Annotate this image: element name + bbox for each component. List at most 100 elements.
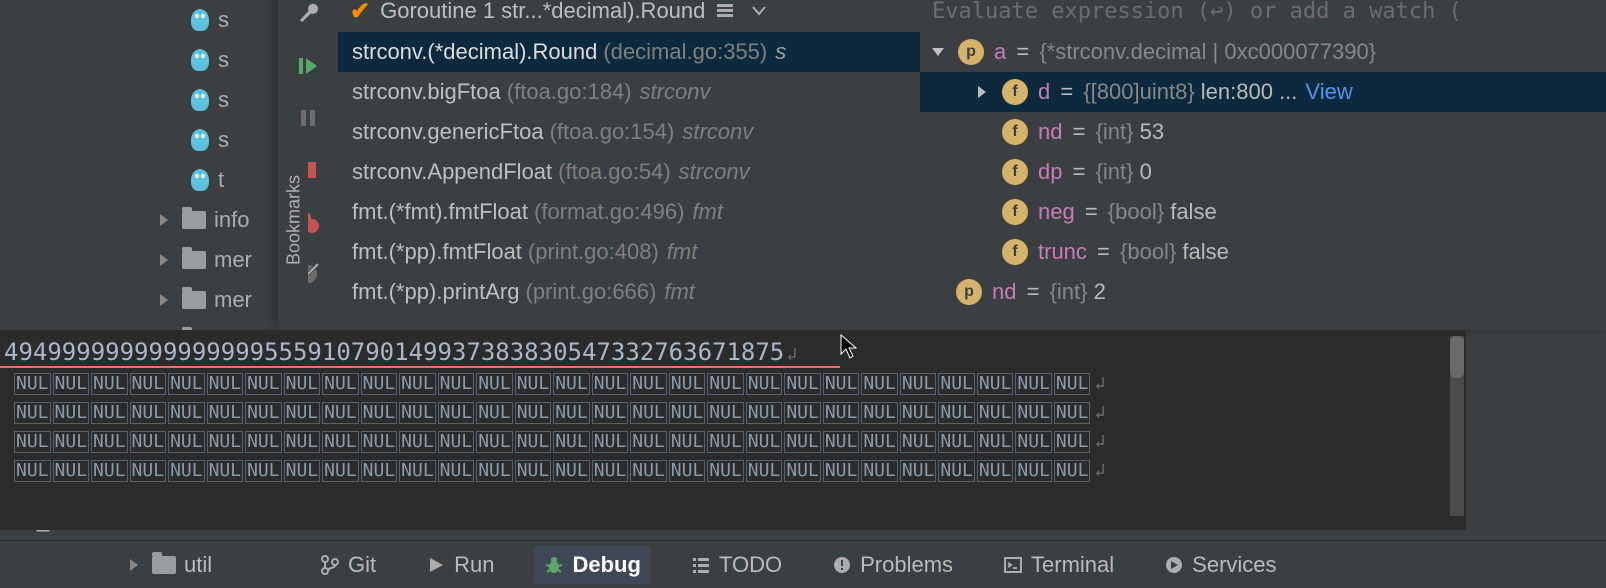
variable-row[interactable]: pa = {*strconv.decimal | 0xc000077390} (920, 32, 1606, 72)
nul-char: NUL (438, 373, 475, 395)
project-file[interactable]: t (0, 160, 320, 200)
terminal-label: Terminal (1031, 552, 1114, 578)
project-folder[interactable]: mer (0, 240, 320, 280)
stack-frame[interactable]: fmt.(*fmt).fmtFloat (format.go:496)fmt (338, 192, 920, 232)
frame-location: (print.go:408) (528, 239, 659, 265)
project-folder[interactable]: mer (0, 280, 320, 320)
variable-kind-badge: f (1002, 239, 1028, 265)
nul-char: NUL (1015, 431, 1052, 453)
variable-name: trunc (1038, 239, 1087, 264)
nul-char: NUL (823, 460, 860, 482)
nul-char: NUL (553, 431, 590, 453)
editor-scrollbar-thumb[interactable] (1450, 336, 1464, 378)
editor-text-line: 4949999999999999995559107901499373838305… (0, 330, 1466, 366)
stack-frame[interactable]: fmt.(*pp).fmtFloat (print.go:408)fmt (338, 232, 920, 272)
nul-char: NUL (938, 373, 975, 395)
editor-area[interactable]: 4949999999999999995559107901499373838305… (0, 330, 1466, 530)
nul-char: NUL (130, 460, 167, 482)
chevron-down-icon (932, 48, 944, 56)
nul-char: NUL (746, 460, 783, 482)
folder-label: util (184, 552, 212, 578)
frame-location: (decimal.go:355) (603, 39, 767, 65)
nul-char: NUL (476, 431, 513, 453)
project-folder[interactable]: info (0, 200, 320, 240)
nul-char: NUL (938, 431, 975, 453)
nul-char: NUL (707, 373, 744, 395)
variable-row[interactable]: fneg = {bool} false (920, 192, 1606, 232)
stack-frame[interactable]: strconv.bigFtoa (ftoa.go:184)strconv (338, 72, 920, 112)
nul-char: NUL (399, 431, 436, 453)
variable-row[interactable]: ftrunc = {bool} false (920, 232, 1606, 272)
nul-char: NUL (1054, 460, 1091, 482)
variable-row[interactable]: fd = {[800]uint8} len:800 ...View (920, 72, 1606, 112)
file-label: s (218, 87, 229, 113)
variable-row[interactable]: fdp = {int} 0 (920, 152, 1606, 192)
variable-value: 53 (1134, 119, 1165, 144)
variable-name: d (1038, 79, 1050, 104)
nul-char: NUL (977, 402, 1014, 424)
variable-type: {[800]uint8} (1083, 79, 1194, 104)
nul-char: NUL (1054, 402, 1091, 424)
terminal-tool-button[interactable]: Terminal (993, 546, 1124, 584)
wrench-icon (296, 2, 320, 26)
nul-char: NUL (1015, 373, 1052, 395)
frame-package: strconv (640, 79, 711, 105)
variable-row[interactable]: pnd = {int} 2 (920, 272, 1606, 312)
problems-tool-button[interactable]: Problems (822, 546, 963, 584)
stack-frame[interactable]: fmt.(*pp).printArg (print.go:666)fmt (338, 272, 920, 312)
project-file[interactable]: s (0, 80, 320, 120)
bottom-tool-bar: util Git Run Debug TODO Problems Termi (0, 540, 1606, 588)
project-file[interactable]: s (0, 0, 320, 40)
nul-char: NUL (823, 373, 860, 395)
nul-char: NUL (669, 373, 706, 395)
nul-char: NUL (515, 460, 552, 482)
project-folder[interactable]: util (60, 552, 280, 578)
nul-char: NUL (938, 460, 975, 482)
nul-char: NUL (207, 431, 244, 453)
folder-icon (182, 251, 206, 269)
nul-char: NUL (669, 402, 706, 424)
file-label: s (218, 127, 229, 153)
evaluate-expression-input[interactable]: Evaluate expression (↩) or add a watch ( (920, 0, 1606, 32)
frames-thread-selector[interactable]: ✔ Goroutine 1 str...*decimal).Round (338, 0, 920, 32)
project-file[interactable]: s (0, 40, 320, 80)
nul-char: NUL (361, 431, 398, 453)
bookmarks-tool-tab[interactable]: Bookmarks (280, 140, 308, 300)
project-file[interactable]: s (0, 120, 320, 160)
variable-row[interactable]: fnd = {int} 53 (920, 112, 1606, 152)
nul-char: NUL (861, 402, 898, 424)
stack-frame[interactable]: strconv.genericFtoa (ftoa.go:154)strconv (338, 112, 920, 152)
debug-settings-button[interactable] (294, 0, 322, 28)
nul-char: NUL (746, 431, 783, 453)
nul-char: NUL (476, 373, 513, 395)
services-icon (1164, 555, 1184, 575)
soft-wrap-icon: ↲ (1094, 373, 1105, 394)
debug-tool-button[interactable]: Debug (534, 546, 650, 584)
nul-char: NUL (515, 402, 552, 424)
pause-button[interactable] (294, 104, 322, 132)
frame-package: strconv (682, 119, 753, 145)
git-tool-button[interactable]: Git (310, 546, 386, 584)
nul-char: NUL (515, 373, 552, 395)
variable-kind-badge: p (956, 279, 982, 305)
nul-char: NUL (707, 460, 744, 482)
frame-location: (print.go:666) (526, 279, 657, 305)
nul-char: NUL (91, 402, 128, 424)
stack-frame[interactable]: strconv.(*decimal).Round (decimal.go:355… (338, 32, 920, 72)
nul-char: NUL (1054, 373, 1091, 395)
nul-char: NUL (707, 431, 744, 453)
soft-wrap-icon: ↲ (1094, 460, 1105, 481)
view-link[interactable]: View (1305, 79, 1352, 104)
nul-char: NUL (53, 373, 90, 395)
todo-tool-button[interactable]: TODO (681, 546, 792, 584)
list-icon (691, 555, 711, 575)
services-tool-button[interactable]: Services (1154, 546, 1286, 584)
stack-frame[interactable]: strconv.AppendFloat (ftoa.go:54)strconv (338, 152, 920, 192)
nul-char: NUL (207, 402, 244, 424)
project-folder[interactable]: mer (0, 320, 320, 330)
run-label: Run (454, 552, 494, 578)
nul-char: NUL (91, 373, 128, 395)
resume-button[interactable] (294, 52, 322, 80)
run-tool-button[interactable]: Run (416, 546, 504, 584)
frame-func: fmt.(*pp).printArg (352, 279, 520, 305)
